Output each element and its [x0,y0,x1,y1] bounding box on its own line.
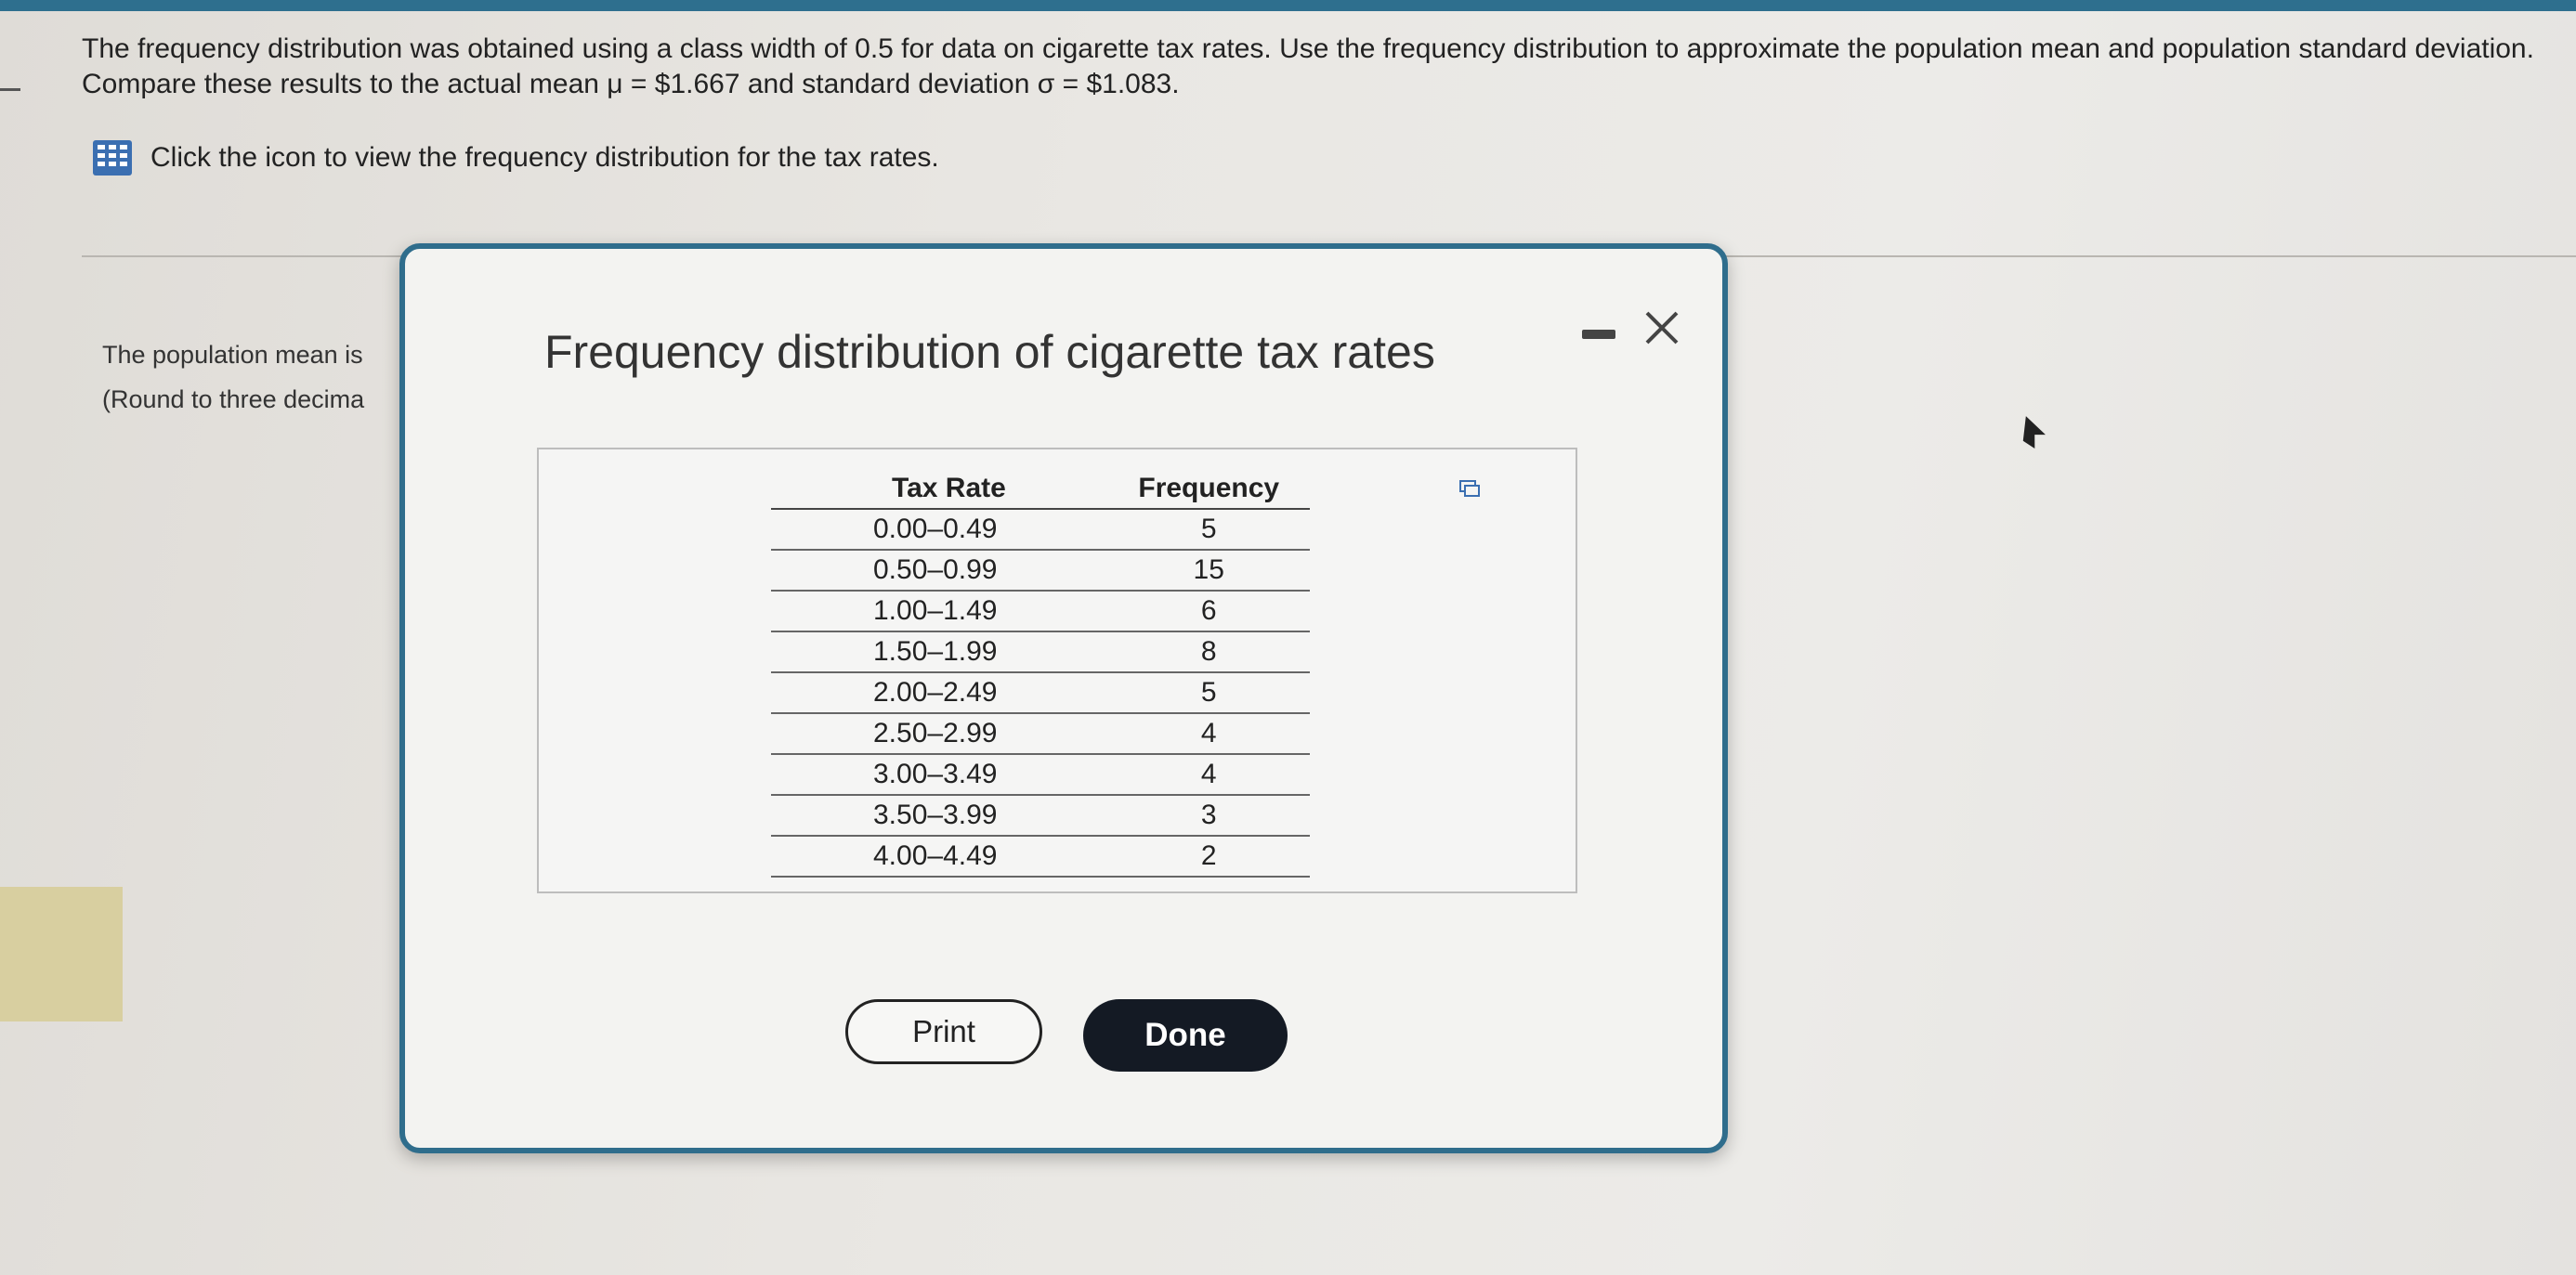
copy-table-icon[interactable] [1458,479,1481,498]
minimize-button[interactable] [1582,330,1615,339]
frequency-cell: 2 [1107,836,1310,878]
table-row: 3.50–3.99 3 [771,795,1310,837]
tax-rate-cell: 1.50–1.99 [771,631,1108,673]
done-button[interactable]: Done [1083,999,1288,1072]
tax-rate-cell: 1.00–1.49 [771,591,1108,632]
table-row: 2.00–2.49 5 [771,672,1310,714]
frequency-dialog: Frequency distribution of cigarette tax … [399,243,1728,1153]
table-row: 0.00–0.49 5 [771,509,1310,551]
tax-rate-cell: 0.50–0.99 [771,550,1108,592]
table-row: 4.00–4.49 2 [771,836,1310,878]
dialog-controls [1582,303,1680,355]
tax-rate-cell: 3.50–3.99 [771,795,1108,837]
table-row: 1.50–1.99 8 [771,631,1310,673]
frequency-cell: 8 [1107,631,1310,673]
frequency-cell: 4 [1107,754,1310,796]
tax-rate-cell: 0.00–0.49 [771,509,1108,551]
tax-rate-cell: 2.00–2.49 [771,672,1108,714]
column-header-frequency: Frequency [1107,462,1310,510]
close-button[interactable] [1643,303,1680,355]
table-grid-icon[interactable] [93,140,132,176]
table-row: 2.50–2.99 4 [771,713,1310,755]
question-text: The frequency distribution was obtained … [82,33,2534,99]
top-bar [0,0,2576,11]
dialog-title: Frequency distribution of cigarette tax … [544,326,1435,378]
table-row: 0.50–0.99 15 [771,550,1310,592]
print-button[interactable]: Print [845,999,1042,1064]
table-row: 3.00–3.49 4 [771,754,1310,796]
frequency-cell: 3 [1107,795,1310,837]
frequency-cell: 5 [1107,509,1310,551]
tax-rate-cell: 2.50–2.99 [771,713,1108,755]
info-row[interactable]: Click the icon to view the frequency dis… [93,139,939,176]
left-edge-highlight [0,887,123,1021]
frequency-cell: 4 [1107,713,1310,755]
frequency-table: Tax Rate Frequency 0.00–0.49 5 0.50–0.99 1… [771,462,1310,878]
frequency-cell: 15 [1107,550,1310,592]
left-edge-marker [0,88,20,91]
answer-prompt-line2: (Round to three decima [102,385,365,413]
table-frame: Tax Rate Frequency 0.00–0.49 5 0.50–0.99 1… [537,448,1577,893]
close-icon [1645,311,1679,345]
tax-rate-cell: 4.00–4.49 [771,836,1108,878]
table-row: 1.00–1.49 6 [771,591,1310,632]
info-text: Click the icon to view the frequency dis… [150,142,939,173]
mouse-cursor-icon [2022,416,2046,449]
frequency-cell: 5 [1107,672,1310,714]
column-header-tax-rate: Tax Rate [771,462,1108,510]
answer-prompt-line1: The population mean is [102,341,363,369]
frequency-cell: 6 [1107,591,1310,632]
answer-prompt: The population mean is (Round to three d… [102,332,409,422]
tax-rate-cell: 3.00–3.49 [771,754,1108,796]
